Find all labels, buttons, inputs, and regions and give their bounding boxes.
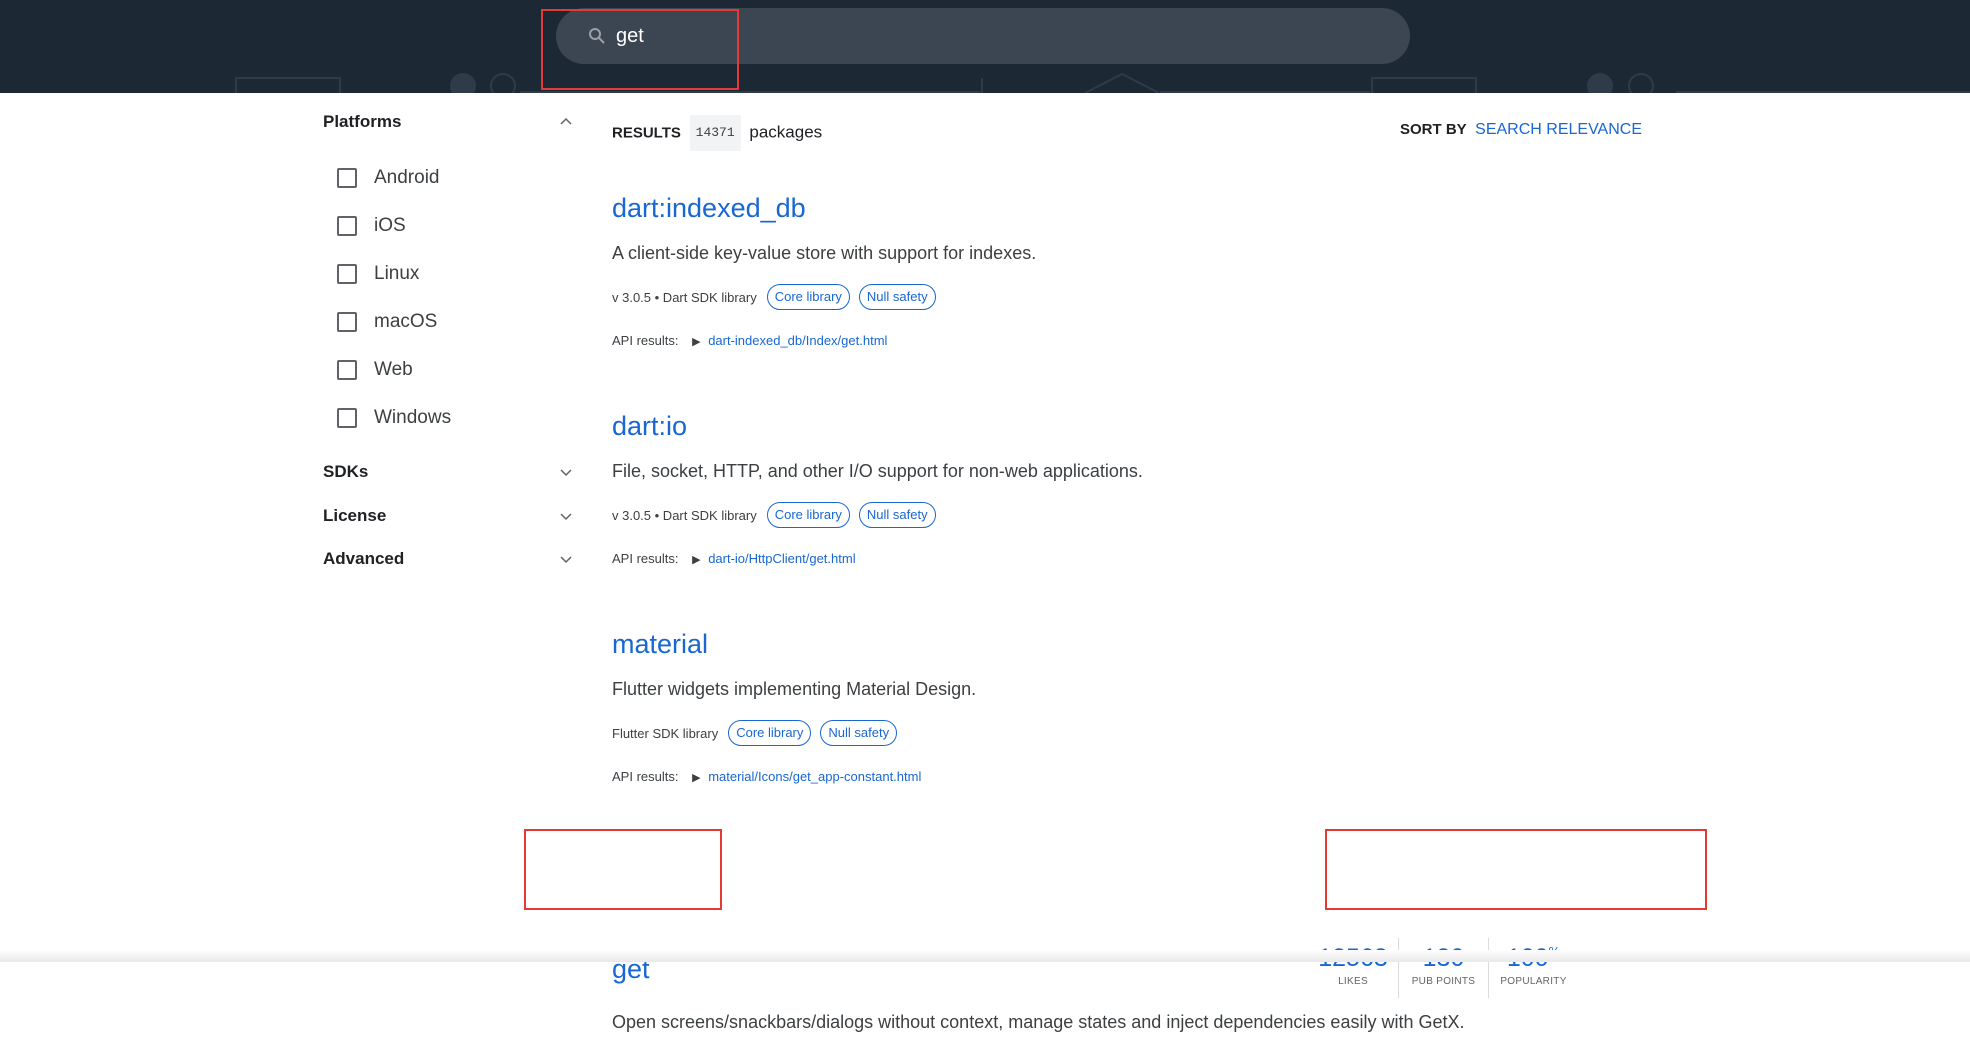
package-meta: v 3.0.5 • Dart SDK library Core library … xyxy=(612,501,936,529)
api-results: API results: ▶ dart-io/HttpClient/get.ht… xyxy=(612,551,856,566)
platform-web[interactable]: Web xyxy=(337,355,537,385)
checkbox[interactable] xyxy=(337,264,357,284)
package-version: v 3.0.5 • Dart SDK library xyxy=(612,289,757,305)
tag-null-safety[interactable]: Null safety xyxy=(820,720,898,746)
package-title[interactable]: dart:io xyxy=(612,411,687,442)
platform-label: Linux xyxy=(374,263,420,284)
likes-label: LIKES xyxy=(1338,976,1368,987)
likes-stat: 12563 LIKES xyxy=(1308,938,1398,998)
pub-points-stat: 130 PUB POINTS xyxy=(1398,938,1488,998)
api-result-link[interactable]: dart-indexed_db/Index/get.html xyxy=(708,333,887,348)
platform-linux[interactable]: Linux xyxy=(337,259,537,289)
tag-core-library[interactable]: Core library xyxy=(728,720,812,746)
sort-label: SORT BY xyxy=(1400,121,1467,138)
checkbox[interactable] xyxy=(337,216,357,236)
platform-label: macOS xyxy=(374,311,438,332)
api-results: API results: ▶ dart-indexed_db/Index/get… xyxy=(612,333,887,348)
filter-advanced-title: Advanced xyxy=(323,549,405,568)
platform-label: Windows xyxy=(374,407,452,428)
chevron-down-icon[interactable] xyxy=(559,509,573,523)
api-result-link[interactable]: material/Icons/get_app-constant.html xyxy=(708,769,921,784)
platform-macos[interactable]: macOS xyxy=(337,307,537,337)
api-results-label: API results: xyxy=(612,769,679,784)
tag-core-library[interactable]: Core library xyxy=(766,284,850,310)
tag-null-safety[interactable]: Null safety xyxy=(858,284,936,310)
filter-sdks-header[interactable]: SDKs xyxy=(323,457,573,487)
tag-core-library[interactable]: Core library xyxy=(766,502,850,528)
checkbox[interactable] xyxy=(337,168,357,188)
checkbox[interactable] xyxy=(337,360,357,380)
package-description: File, socket, HTTP, and other I/O suppor… xyxy=(612,461,1143,481)
expand-triangle-icon[interactable]: ▶ xyxy=(692,772,700,784)
package-description: A client-side key-value store with suppo… xyxy=(612,243,1037,263)
site-header xyxy=(0,0,1970,93)
search-bar[interactable] xyxy=(556,8,1410,64)
filter-license-header[interactable]: License xyxy=(323,501,573,531)
expand-triangle-icon[interactable]: ▶ xyxy=(692,336,700,348)
page-bottom-edge xyxy=(0,950,1970,962)
platform-windows[interactable]: Windows xyxy=(337,403,537,433)
package-title[interactable]: dart:indexed_db xyxy=(612,193,806,224)
checkbox[interactable] xyxy=(337,312,357,332)
filter-sdks-title: SDKs xyxy=(323,462,369,481)
popularity-label: POPULARITY xyxy=(1500,976,1567,987)
chevron-down-icon[interactable] xyxy=(559,552,573,566)
expand-triangle-icon[interactable]: ▶ xyxy=(692,554,700,566)
filter-platforms-title: Platforms xyxy=(323,112,402,131)
package-description: Open screens/snackbars/dialogs without c… xyxy=(612,1012,1465,1032)
platform-label: iOS xyxy=(374,215,406,236)
package-version: Flutter SDK library xyxy=(612,725,719,741)
package-version: v 3.0.5 • Dart SDK library xyxy=(612,507,757,523)
search-icon xyxy=(589,28,605,44)
chevron-up-icon[interactable] xyxy=(559,115,573,129)
package-meta: Flutter SDK library Core library Null sa… xyxy=(612,719,898,747)
api-result-link[interactable]: dart-io/HttpClient/get.html xyxy=(708,551,855,566)
filter-advanced-header[interactable]: Advanced xyxy=(323,544,573,574)
checkbox[interactable] xyxy=(337,408,357,428)
api-results: API results: ▶ material/Icons/get_app-co… xyxy=(612,769,921,784)
sort-value[interactable]: SEARCH RELEVANCE xyxy=(1475,121,1642,138)
results-label: RESULTS xyxy=(612,124,681,142)
platform-label: Web xyxy=(374,359,413,380)
platform-ios[interactable]: iOS xyxy=(337,211,537,241)
package-description: Flutter widgets implementing Material De… xyxy=(612,679,977,699)
filter-platforms-header[interactable]: Platforms xyxy=(323,107,573,137)
tag-null-safety[interactable]: Null safety xyxy=(858,502,936,528)
platform-label: Android xyxy=(374,167,440,188)
popularity-stat: 100% POPULARITY xyxy=(1488,938,1578,998)
platform-android[interactable]: Android xyxy=(337,163,537,193)
results-summary: RESULTS 14371 packages xyxy=(612,115,823,151)
package-meta: v 3.0.5 • Dart SDK library Core library … xyxy=(612,283,936,311)
pub-points-label: PUB POINTS xyxy=(1411,976,1476,987)
results-unit: packages xyxy=(749,122,823,142)
results-count: 14371 xyxy=(689,115,741,151)
api-results-label: API results: xyxy=(612,333,679,348)
api-results-label: API results: xyxy=(612,551,679,566)
search-input[interactable] xyxy=(614,18,1314,54)
sort-control: SORT BY SEARCH RELEVANCE xyxy=(1400,115,1642,145)
chevron-down-icon[interactable] xyxy=(559,465,573,479)
package-stats: 12563 LIKES 130 PUB POINTS 100% POPULARI… xyxy=(1308,938,1578,998)
filter-license-title: License xyxy=(323,506,387,525)
package-item: get 12563 LIKES 130 PUB POINTS 100% POPU… xyxy=(612,847,1642,1037)
package-title[interactable]: material xyxy=(612,629,708,660)
